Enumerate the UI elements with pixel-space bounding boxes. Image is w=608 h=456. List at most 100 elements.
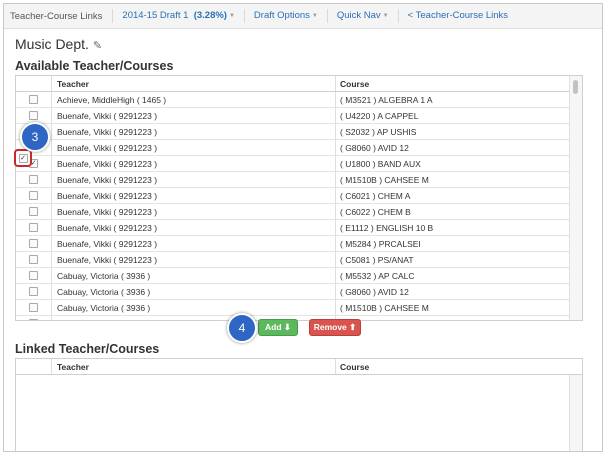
available-table: Teacher Course Achieve, MiddleHigh ( 146… (15, 75, 583, 321)
row-checkbox[interactable] (29, 287, 38, 296)
course-cell: ( E1112 ) ENGLISH 10 B (340, 222, 434, 233)
chevron-down-icon: ▼ (311, 13, 318, 19)
chevron-down-icon: ▼ (228, 13, 235, 19)
select-cell[interactable] (16, 316, 52, 320)
select-column-header (16, 359, 52, 374)
table-body: Achieve, MiddleHigh ( 1465 ) ( M3521 ) AL… (16, 92, 582, 321)
top-nav: Teacher-Course Links 2014-15 Draft 1 (3.… (4, 4, 602, 29)
select-cell[interactable] (16, 300, 52, 315)
table-row[interactable]: Cabuay, Victoria ( 3936 )( M1510 ) CAHSE… (16, 316, 582, 321)
course-cell: ( C6022 ) CHEM B (340, 206, 411, 217)
row-checkbox[interactable] (29, 175, 38, 184)
select-column-header (16, 76, 52, 91)
app-frame: Teacher-Course Links 2014-15 Draft 1 (3.… (3, 3, 603, 452)
nav-title: Teacher-Course Links (10, 10, 103, 22)
available-section-title: Available Teacher/Courses (15, 59, 174, 73)
highlighted-checkbox[interactable]: ✓ (14, 149, 32, 167)
teacher-cell: Buenafe, Vikki ( 9291223 ) (52, 108, 336, 123)
table-row[interactable]: Cabuay, Victoria ( 3936 ) ( M5532 ) AP CA… (16, 268, 582, 284)
step-4-callout: 4 (227, 313, 257, 343)
select-cell[interactable] (16, 108, 52, 123)
department-name: Music Dept. (15, 36, 89, 52)
linked-table: Teacher Course (15, 358, 583, 451)
select-cell[interactable] (16, 284, 52, 299)
course-cell: ( M3521 ) ALGEBRA 1 A (340, 94, 433, 105)
course-cell: ( M1510 ) CAHSEE M (336, 316, 582, 321)
table-row[interactable]: Cabuay, Victoria ( 3936 ) ( M1510B ) CAHS… (16, 300, 582, 316)
step-3-callout: 3 (20, 122, 50, 152)
table-row[interactable]: ✓ Buenafe, Vikki ( 9291223 ) ( U1800 ) BAN… (16, 156, 582, 172)
teacher-column-header: Teacher (52, 76, 336, 91)
row-checkbox[interactable] (29, 223, 38, 232)
select-cell[interactable] (16, 236, 52, 251)
teacher-cell: Achieve, MiddleHigh ( 1465 ) (52, 92, 336, 107)
row-checkbox[interactable] (29, 95, 38, 104)
course-cell: ( M1510B ) CAHSEE M (340, 302, 429, 313)
remove-button[interactable]: Remove ⬆ (309, 319, 361, 336)
teacher-cell: Buenafe, Vikki ( 9291223 ) (52, 140, 336, 155)
draft-options-menu[interactable]: Draft Options ▼ (243, 9, 327, 23)
select-cell[interactable] (16, 204, 52, 219)
course-column-header: Course (340, 361, 370, 372)
course-cell: ( U1800 ) BAND AUX (340, 158, 421, 169)
draft-name: 2014-15 Draft 1 (122, 10, 189, 21)
course-cell: ( M5284 ) PRCALSEI (340, 238, 421, 249)
scrollbar-thumb[interactable] (573, 80, 578, 94)
row-checkbox[interactable] (29, 111, 38, 120)
course-cell: ( C6021 ) CHEM A (340, 190, 411, 201)
select-cell[interactable] (16, 172, 52, 187)
course-cell: ( S2032 ) AP USHIS (340, 126, 417, 137)
table-row[interactable]: Buenafe, Vikki ( 9291223 ) ( M1510B ) CAH… (16, 172, 582, 188)
teacher-cell: Cabuay, Victoria ( 3936 ) (52, 284, 336, 299)
table-row[interactable]: Achieve, MiddleHigh ( 1465 ) ( M3521 ) AL… (16, 92, 582, 108)
table-row[interactable]: Cabuay, Victoria ( 3936 ) ( G8060 ) AVID … (16, 284, 582, 300)
back-link[interactable]: < Teacher-Course Links (397, 9, 517, 23)
table-row[interactable]: Buenafe, Vikki ( 9291223 ) ( S2032 ) AP U… (16, 124, 582, 140)
vertical-scrollbar[interactable] (569, 375, 582, 451)
draft-options-label: Draft Options (253, 10, 310, 21)
quick-nav-menu[interactable]: Quick Nav ▼ (326, 9, 398, 23)
select-cell[interactable] (16, 268, 52, 283)
row-checkbox[interactable] (29, 191, 38, 200)
vertical-scrollbar[interactable] (569, 76, 582, 320)
teacher-cell: Buenafe, Vikki ( 9291223 ) (52, 172, 336, 187)
course-cell: ( M5532 ) AP CALC (340, 270, 415, 281)
table-row[interactable]: Buenafe, Vikki ( 9291223 ) ( G8060 ) AVID… (16, 140, 582, 156)
pencil-icon[interactable]: ✎ (93, 40, 102, 52)
department-title: Music Dept. ✎ (15, 36, 102, 52)
teacher-cell: Cabuay, Victoria ( 3936 ) (52, 268, 336, 283)
linked-section-title: Linked Teacher/Courses (15, 342, 160, 356)
course-cell: ( G8060 ) AVID 12 (340, 286, 409, 297)
course-cell: ( G8060 ) AVID 12 (340, 142, 409, 153)
row-checkbox[interactable] (29, 303, 38, 312)
teacher-cell: Buenafe, Vikki ( 9291223 ) (52, 156, 336, 171)
select-cell[interactable] (16, 252, 52, 267)
teacher-cell: Buenafe, Vikki ( 9291223 ) (52, 236, 336, 251)
draft-selector[interactable]: 2014-15 Draft 1 (3.28%) ▼ (112, 9, 244, 23)
table-row[interactable]: Buenafe, Vikki ( 9291223 ) ( M5284 ) PRCA… (16, 236, 582, 252)
select-cell[interactable] (16, 220, 52, 235)
quick-nav-label: Quick Nav (336, 10, 381, 21)
chevron-down-icon: ▼ (382, 13, 389, 19)
select-cell[interactable] (16, 188, 52, 203)
course-cell: ( M1510B ) CAHSEE M (340, 174, 429, 185)
row-checkbox[interactable] (29, 207, 38, 216)
add-button[interactable]: Add ⬇ (258, 319, 298, 336)
row-checkbox[interactable] (29, 255, 38, 264)
table-row[interactable]: Buenafe, Vikki ( 9291223 ) ( E1112 ) ENGL… (16, 220, 582, 236)
course-cell: ( C5081 ) PS/ANAT (340, 254, 414, 265)
teacher-cell: Buenafe, Vikki ( 9291223 ) (52, 252, 336, 267)
draft-percent: (3.28%) (193, 10, 227, 21)
select-cell[interactable] (16, 92, 52, 107)
table-header: Teacher Course (16, 359, 582, 375)
table-row[interactable]: Buenafe, Vikki ( 9291223 ) ( U4220 ) A CA… (16, 108, 582, 124)
checkbox-checked[interactable]: ✓ (18, 153, 28, 163)
table-row[interactable]: Buenafe, Vikki ( 9291223 ) ( C6022 ) CHEM… (16, 204, 582, 220)
row-checkbox[interactable] (29, 239, 38, 248)
table-row[interactable]: Buenafe, Vikki ( 9291223 ) ( C5081 ) PS/A… (16, 252, 582, 268)
table-row[interactable]: Buenafe, Vikki ( 9291223 ) ( C6021 ) CHEM… (16, 188, 582, 204)
teacher-column-header: Teacher (52, 359, 336, 374)
teacher-cell: Buenafe, Vikki ( 9291223 ) (52, 220, 336, 235)
row-checkbox[interactable] (29, 319, 38, 320)
row-checkbox[interactable] (29, 271, 38, 280)
